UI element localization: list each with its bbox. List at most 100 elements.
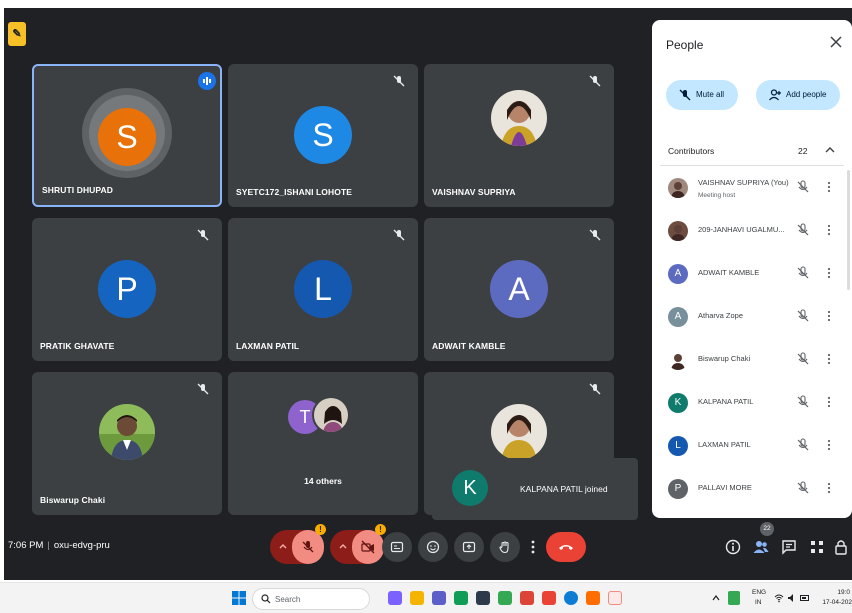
mic-toggle-button[interactable] <box>292 530 324 564</box>
participant-avatar: L <box>668 436 688 456</box>
video-tile[interactable]: S SHRUTI DHUPAD <box>32 64 222 207</box>
participant-photo <box>99 404 155 460</box>
video-tile[interactable]: S SYETC172_ISHANI LOHOTE <box>228 64 418 207</box>
volume-icon[interactable] <box>787 593 797 603</box>
app-icon[interactable] <box>542 591 556 605</box>
chevron-up-icon[interactable] <box>712 594 720 602</box>
wifi-icon[interactable] <box>774 593 784 603</box>
more-vert-icon[interactable] <box>826 481 832 495</box>
join-notification: K KALPANA PATIL joined <box>432 458 638 520</box>
camera-control[interactable]: ! <box>330 524 386 564</box>
speaking-indicator-icon <box>198 72 216 90</box>
avatar: A <box>490 260 548 318</box>
battery-icon[interactable] <box>800 593 810 603</box>
add-people-label: Add people <box>786 90 827 99</box>
video-tile[interactable]: A ADWAIT KAMBLE <box>424 218 614 361</box>
mic-control[interactable]: ! <box>270 524 326 564</box>
panel-scrollbar[interactable] <box>847 170 850 290</box>
app-icon[interactable] <box>498 591 512 605</box>
video-tile[interactable]: VAISHNAV SUPRIYA <box>424 64 614 207</box>
mute-all-button[interactable]: Mute all <box>666 80 738 110</box>
participant-name: ADWAIT KAMBLE <box>698 268 760 277</box>
people-icon[interactable] <box>752 538 770 556</box>
camera-toggle-button[interactable] <box>352 530 384 564</box>
join-message: KALPANA PATIL joined <box>520 484 608 494</box>
others-tile[interactable]: T 14 others <box>228 372 418 515</box>
close-icon[interactable] <box>828 34 844 50</box>
more-vert-icon[interactable] <box>826 266 832 280</box>
more-vert-icon[interactable] <box>826 309 832 323</box>
app-icon[interactable] <box>476 591 490 605</box>
participant-name: Biswarup Chaki <box>698 354 751 363</box>
more-vert-icon[interactable] <box>826 352 832 366</box>
chevron-up-icon <box>825 147 835 153</box>
search-placeholder: Search <box>275 595 301 604</box>
language-indicator[interactable]: ENG <box>752 589 766 596</box>
more-vert-icon[interactable] <box>826 180 832 194</box>
chrome-icon[interactable] <box>608 591 622 605</box>
mic-off-icon[interactable] <box>796 352 810 366</box>
chevron-up-icon[interactable] <box>278 541 288 551</box>
mic-off-icon[interactable] <box>796 395 810 409</box>
app-icon[interactable] <box>454 591 468 605</box>
host-controls-icon[interactable] <box>832 538 850 556</box>
participant-row[interactable]: Biswarup Chaki <box>660 342 844 385</box>
chevron-up-icon[interactable] <box>338 541 348 551</box>
raise-hand-button[interactable] <box>490 532 520 562</box>
edge-icon[interactable] <box>564 591 578 605</box>
tray-time[interactable]: 19:0 <box>826 589 850 596</box>
mic-off-icon[interactable] <box>796 180 810 194</box>
file-explorer-icon[interactable] <box>410 591 424 605</box>
avatar: S <box>98 108 156 166</box>
mic-off-icon[interactable] <box>796 309 810 323</box>
participant-name: KALPANA PATIL <box>698 397 754 406</box>
participant-row[interactable]: 209-JANHAVI UGALMU... <box>660 213 844 256</box>
more-vert-icon[interactable] <box>826 223 832 237</box>
people-panel: People Mute all Add people Contributors … <box>652 20 852 518</box>
participant-name: PALLAVI MORE <box>698 483 752 492</box>
participant-avatar <box>668 178 688 198</box>
info-icon[interactable] <box>724 538 742 556</box>
video-tile[interactable]: L LAXMAN PATIL <box>228 218 418 361</box>
avatar: L <box>294 260 352 318</box>
participant-row[interactable]: A Atharva Zope <box>660 299 844 342</box>
app-icon[interactable] <box>520 591 534 605</box>
mic-off-icon <box>589 75 601 87</box>
video-tile[interactable]: P PRATIK GHAVATE <box>32 218 222 361</box>
participant-row[interactable]: A ADWAIT KAMBLE <box>660 256 844 299</box>
participant-row[interactable]: L LAXMAN PATIL <box>660 428 844 471</box>
mic-off-icon <box>393 229 405 241</box>
tray-app-icon[interactable] <box>728 591 740 605</box>
leave-call-button[interactable] <box>546 532 586 562</box>
panel-title: People <box>666 38 704 52</box>
chat-icon[interactable] <box>780 538 798 556</box>
captions-icon <box>390 541 404 553</box>
participant-name: LAXMAN PATIL <box>236 341 300 351</box>
notes-icon[interactable]: ✎ <box>8 22 26 46</box>
reactions-button[interactable] <box>418 532 448 562</box>
windows-start-icon[interactable] <box>232 591 246 605</box>
mic-off-icon[interactable] <box>796 266 810 280</box>
app-icon[interactable] <box>586 591 600 605</box>
meeting-code[interactable]: oxu-edvg-pru <box>54 540 110 551</box>
present-button[interactable] <box>454 532 484 562</box>
activities-icon[interactable] <box>808 538 826 556</box>
teams-icon[interactable] <box>432 591 446 605</box>
meet-window: ✎ S SHRUTI DHUPAD S SYETC172_ISHANI LOHO… <box>4 8 852 580</box>
contributors-header[interactable]: Contributors 22 <box>660 136 844 166</box>
mic-off-icon[interactable] <box>796 481 810 495</box>
participant-row[interactable]: K KALPANA PATIL <box>660 385 844 428</box>
mic-off-icon[interactable] <box>796 223 810 237</box>
more-options-button[interactable] <box>526 532 540 562</box>
video-tile[interactable]: Biswarup Chaki <box>32 372 222 515</box>
add-people-button[interactable]: Add people <box>756 80 840 110</box>
more-vert-icon[interactable] <box>826 395 832 409</box>
mic-off-icon[interactable] <box>796 438 810 452</box>
participant-row[interactable]: P PALLAVI MORE <box>660 471 844 514</box>
taskbar-search[interactable]: Search <box>252 588 370 610</box>
captions-button[interactable] <box>382 532 412 562</box>
copilot-icon[interactable] <box>388 591 402 605</box>
more-vert-icon[interactable] <box>826 438 832 452</box>
participant-row[interactable]: VAISHNAV SUPRIYA (You) Meeting host <box>660 170 844 213</box>
participant-photo <box>491 404 547 460</box>
